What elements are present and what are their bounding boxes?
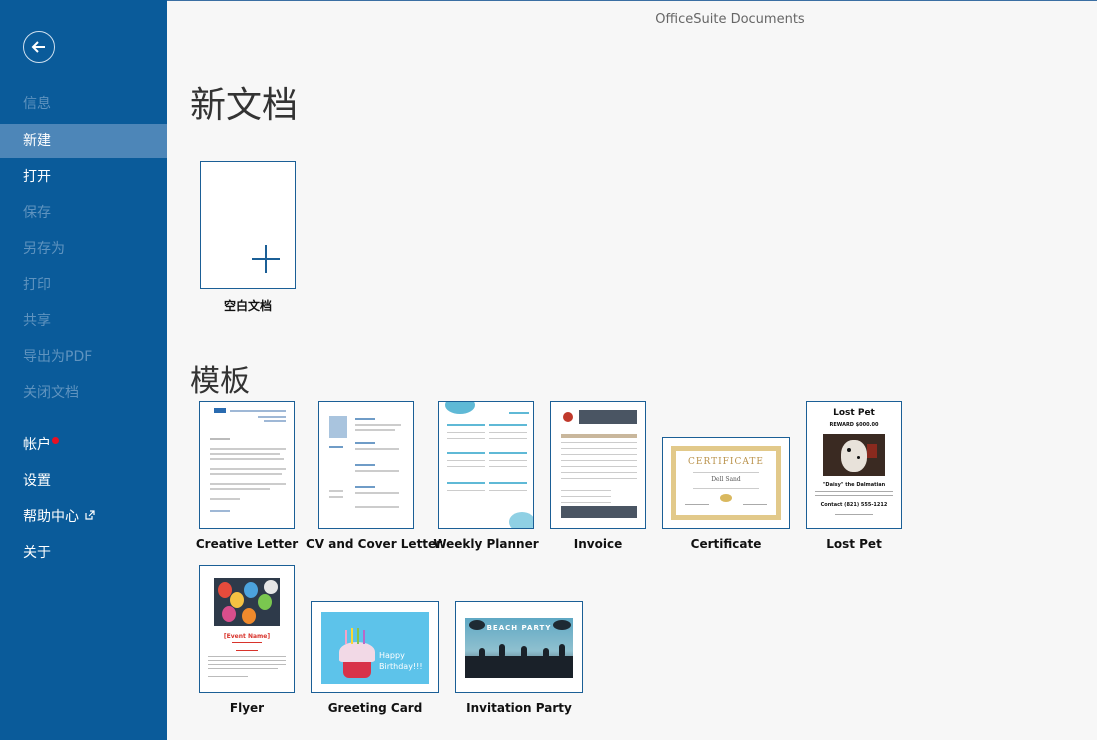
template-label: Weekly Planner	[433, 537, 539, 551]
template-label: Creative Letter	[195, 537, 299, 551]
dog-photo	[823, 434, 885, 476]
blank-document-label: 空白文档	[223, 299, 272, 313]
certificate-name: Dell Sand	[711, 476, 741, 483]
sidebar-item-account[interactable]: 帐户	[0, 428, 167, 462]
sidebar-item-new[interactable]: 新建	[0, 124, 167, 158]
beach-party-image: BEACH PARTY	[465, 618, 573, 678]
templates-heading: 模板	[190, 364, 250, 399]
balloons-image	[214, 578, 280, 626]
notification-badge	[52, 437, 59, 444]
back-arrow-icon[interactable]	[23, 31, 55, 63]
sidebar-item-close-doc: 关闭文档	[23, 385, 79, 401]
sidebar-item-settings[interactable]: 设置	[0, 464, 167, 498]
sidebar-item-info: 信息	[23, 96, 51, 112]
sidebar: 信息 新建 打开 保存 另存为 打印 共享 导出为PDF 关闭文档 帐户 设置 …	[0, 0, 167, 740]
certificate-title: CERTIFICATE	[688, 457, 764, 467]
template-thumbnail[interactable]: BEACH PARTY	[455, 601, 583, 693]
template-thumbnail[interactable]	[550, 401, 646, 529]
greeting-card-text: Happy Birthday!!!	[379, 651, 423, 671]
sidebar-item-export-pdf: 导出为PDF	[23, 349, 93, 365]
plus-icon	[252, 245, 280, 273]
external-link-icon	[85, 499, 95, 533]
top-border	[167, 0, 1097, 1]
template-thumbnail[interactable]	[438, 401, 534, 529]
sidebar-item-save-as: 另存为	[23, 241, 65, 257]
sidebar-item-save: 保存	[23, 205, 51, 221]
sidebar-item-help[interactable]: 帮助中心	[0, 500, 167, 534]
template-label: Lost Pet	[826, 537, 882, 551]
lost-pet-contact: Contact (821) 555-1212	[820, 502, 888, 508]
lost-pet-reward: REWARD $000.00	[829, 422, 879, 428]
template-thumbnail[interactable]	[318, 401, 414, 529]
template-label: CV and Cover Letter	[306, 537, 443, 551]
sidebar-item-about[interactable]: 关于	[0, 536, 167, 570]
sidebar-item-open[interactable]: 打开	[0, 160, 167, 194]
sidebar-item-share: 共享	[23, 313, 51, 329]
template-label: Greeting Card	[327, 701, 423, 715]
template-thumbnail[interactable]: [Event Name]	[199, 565, 295, 693]
blank-document-thumbnail[interactable]	[200, 161, 296, 289]
template-thumbnail[interactable]: Lost Pet REWARD $000.00 "Daisy" the Dalm…	[806, 401, 902, 529]
lost-pet-name: "Daisy" the Dalmatian	[822, 482, 886, 488]
template-thumbnail[interactable]	[199, 401, 295, 529]
cupcake-image: Happy Birthday!!!	[321, 612, 429, 684]
app-title: OfficeSuite Documents	[655, 12, 805, 27]
new-document-heading: 新文档	[190, 85, 299, 126]
template-label: Certificate	[690, 537, 762, 551]
template-label: Flyer	[229, 701, 265, 715]
template-thumbnail[interactable]: Happy Birthday!!!	[311, 601, 439, 693]
flyer-event-name: [Event Name]	[223, 633, 271, 640]
template-thumbnail[interactable]: CERTIFICATE Dell Sand	[662, 437, 790, 529]
sidebar-item-label: 帮助中心	[23, 509, 79, 525]
template-label: Invoice	[573, 537, 623, 551]
sidebar-item-print: 打印	[23, 277, 51, 293]
template-label: Invitation Party	[466, 701, 572, 715]
lost-pet-title: Lost Pet	[833, 408, 875, 418]
sidebar-item-label: 帐户	[23, 437, 51, 453]
